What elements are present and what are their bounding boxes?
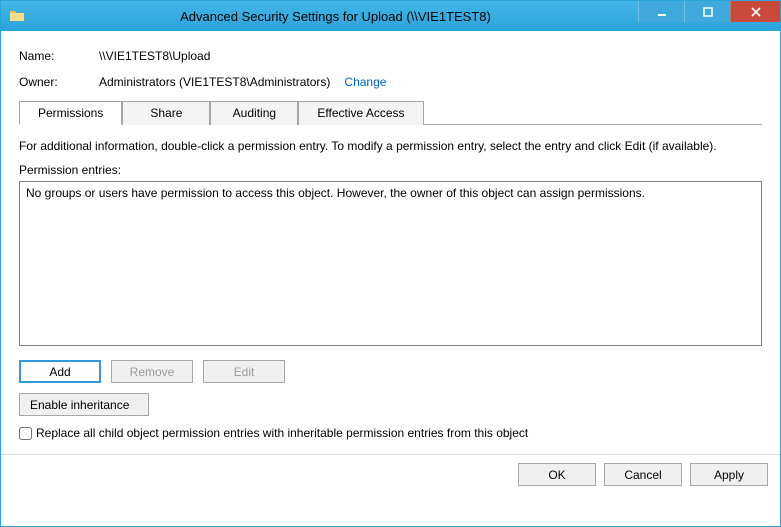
window-controls (638, 1, 780, 22)
inheritance-row: Enable inheritance (19, 393, 762, 416)
replace-children-label[interactable]: Replace all child object permission entr… (36, 426, 528, 440)
separator (1, 454, 780, 455)
ok-button[interactable]: OK (518, 463, 596, 486)
tab-share[interactable]: Share (122, 101, 210, 125)
maximize-button[interactable] (684, 1, 730, 22)
edit-button[interactable]: Edit (203, 360, 285, 383)
name-row: Name: \\VIE1TEST8\Upload (19, 49, 762, 63)
enable-inheritance-button[interactable]: Enable inheritance (19, 393, 149, 416)
owner-label: Owner: (19, 75, 99, 89)
replace-children-checkbox[interactable] (19, 427, 32, 440)
tab-strip: Permissions Share Auditing Effective Acc… (19, 101, 762, 125)
tab-effective-access[interactable]: Effective Access (298, 101, 423, 125)
remove-button[interactable]: Remove (111, 360, 193, 383)
dialog-buttons: OK Cancel Apply (1, 463, 780, 498)
owner-row: Owner: Administrators (VIE1TEST8\Adminis… (19, 75, 762, 89)
apply-button[interactable]: Apply (690, 463, 768, 486)
replace-checkbox-row: Replace all child object permission entr… (19, 426, 762, 440)
permission-entries-label: Permission entries: (19, 163, 762, 177)
dialog-content: Name: \\VIE1TEST8\Upload Owner: Administ… (1, 31, 780, 455)
close-button[interactable] (730, 1, 780, 22)
tab-permissions[interactable]: Permissions (19, 101, 122, 125)
permission-entries-list[interactable]: No groups or users have permission to ac… (19, 181, 762, 346)
owner-value: Administrators (VIE1TEST8\Administrators… (99, 75, 330, 89)
window-title: Advanced Security Settings for Upload (\… (31, 9, 640, 24)
cancel-button[interactable]: Cancel (604, 463, 682, 486)
folder-icon (9, 8, 25, 24)
titlebar: Advanced Security Settings for Upload (\… (1, 1, 780, 31)
name-value: \\VIE1TEST8\Upload (99, 49, 210, 63)
add-button[interactable]: Add (19, 360, 101, 383)
info-text: For additional information, double-click… (19, 139, 762, 153)
tab-auditing[interactable]: Auditing (210, 101, 298, 125)
entry-buttons-row: Add Remove Edit (19, 360, 762, 383)
name-label: Name: (19, 49, 99, 63)
change-owner-link[interactable]: Change (344, 75, 386, 89)
minimize-button[interactable] (638, 1, 684, 22)
permission-entries-empty-text: No groups or users have permission to ac… (26, 186, 645, 200)
